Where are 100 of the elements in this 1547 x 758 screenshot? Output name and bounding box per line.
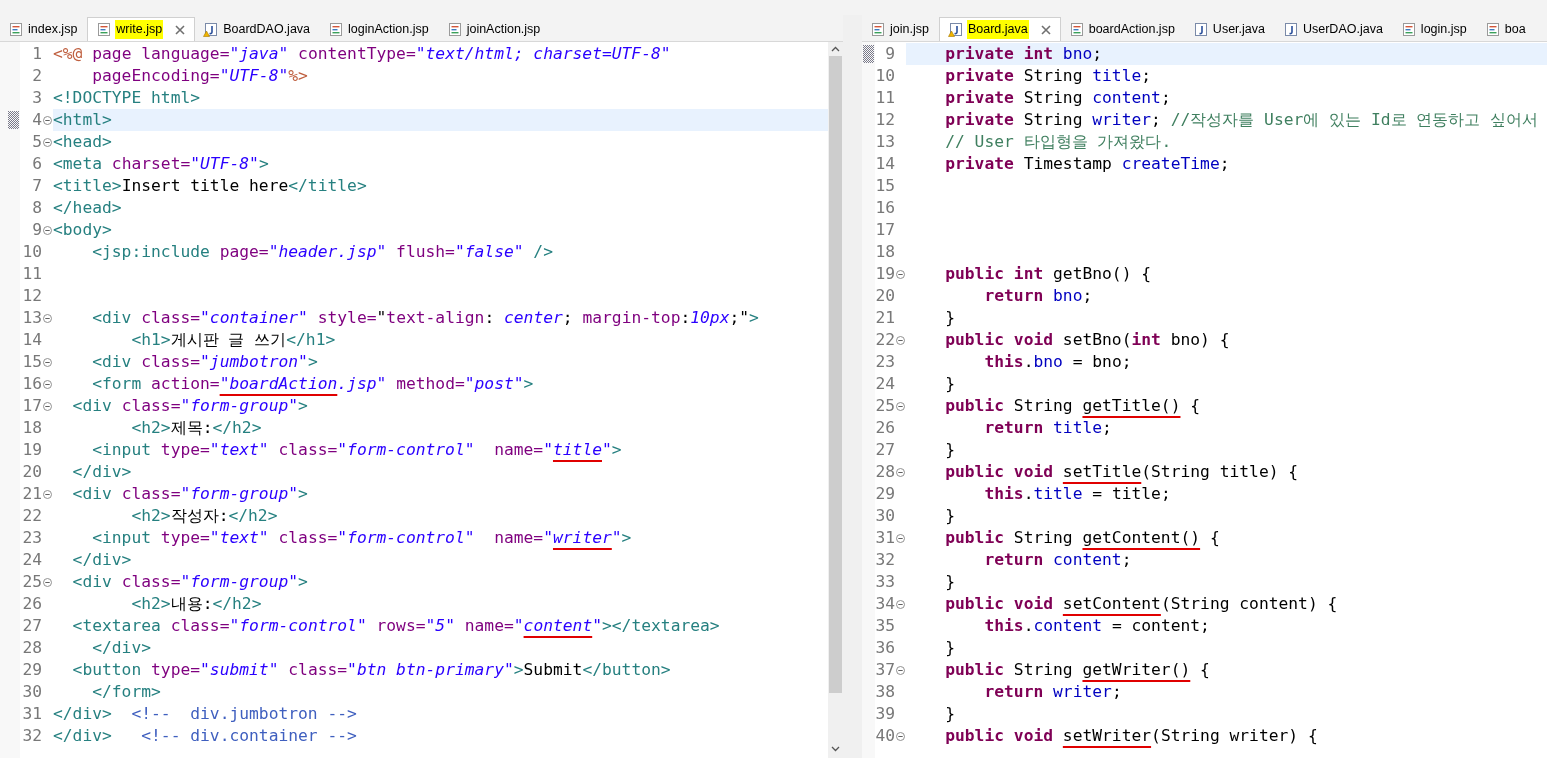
code-line: </form> [91, 681, 162, 703]
line-number: 31 [875, 527, 895, 549]
code-editor[interactable] [20, 42, 828, 758]
line-number: 8 [31, 197, 42, 219]
tab-label: BoardDAO.java [222, 20, 312, 38]
code-line: <h2>작성자:</h2> [130, 505, 279, 527]
line-number: 17 [21, 395, 42, 417]
code-line: public String getContent() { [944, 527, 1221, 549]
fold-icon[interactable] [43, 137, 52, 147]
scroll-down-icon[interactable] [831, 746, 840, 752]
line-number: 21 [875, 307, 895, 329]
code-line: <!DOCTYPE html> [53, 87, 202, 109]
line-number: 14 [21, 329, 42, 351]
line-number: 27 [21, 615, 42, 637]
code-line: private String content; [944, 87, 1172, 109]
line-number: 29 [875, 483, 895, 505]
code-line: this.content = content; [983, 615, 1211, 637]
editor-tab[interactable]: write.jsp [87, 17, 196, 41]
editor-tab[interactable]: index.jsp [0, 17, 88, 41]
line-number: 17 [875, 219, 895, 241]
code-line: public String getWriter() { [944, 659, 1211, 681]
tab-label: boa [1503, 20, 1527, 38]
line-number: 3 [31, 87, 42, 109]
editor-tab[interactable]: UserDAO.java [1274, 17, 1393, 41]
line-number: 6 [31, 153, 42, 175]
fold-icon[interactable] [43, 577, 52, 587]
line-number: 19 [875, 263, 895, 285]
code-line: return bno; [983, 285, 1094, 307]
fold-icon[interactable] [43, 313, 52, 323]
line-number: 23 [875, 351, 895, 373]
code-line: pageEncoding="UTF-8"%> [91, 65, 309, 87]
code-editor[interactable] [875, 42, 1547, 758]
code-line: this.title = title; [983, 483, 1172, 505]
line-number: 31 [21, 703, 42, 725]
code-line: return writer; [983, 681, 1123, 703]
fold-icon[interactable] [896, 731, 905, 741]
editor-tab[interactable]: login.jsp [1392, 17, 1477, 41]
editor-tab[interactable]: joinAction.jsp [438, 17, 551, 41]
line-number: 12 [875, 109, 895, 131]
fold-icon[interactable] [896, 269, 905, 279]
line-number: 30 [875, 505, 895, 527]
line-number: 11 [21, 263, 42, 285]
tab-label: loginAction.jsp [347, 20, 430, 38]
code-line: <form action="boardAction.jsp" method="post"> [91, 373, 535, 395]
editor-tab[interactable]: join.jsp [862, 17, 939, 41]
fold-icon[interactable] [43, 225, 52, 235]
code-line: } [944, 703, 956, 725]
close-icon[interactable] [1040, 24, 1051, 35]
line-number: 5 [31, 131, 42, 153]
line-number: 11 [875, 87, 895, 109]
fold-icon[interactable] [896, 467, 905, 477]
code-line: return content; [983, 549, 1133, 571]
editor-tab[interactable]: boa [1476, 17, 1536, 41]
scrollbar-thumb[interactable] [829, 56, 842, 693]
editor-tab[interactable]: loginAction.jsp [320, 17, 439, 41]
fold-icon[interactable] [43, 379, 52, 389]
line-number: 26 [21, 593, 42, 615]
line-number: 21 [21, 483, 42, 505]
line-number: 20 [21, 461, 42, 483]
fold-icon[interactable] [896, 599, 905, 609]
line-number: 20 [875, 285, 895, 307]
code-line: <h1>게시판 글 쓰기</h1> [130, 329, 337, 351]
line-number: 14 [875, 153, 895, 175]
editor-tab[interactable]: boardAction.jsp [1060, 17, 1185, 41]
line-number: 38 [875, 681, 895, 703]
fold-icon[interactable] [43, 401, 52, 411]
close-icon[interactable] [175, 24, 186, 35]
line-number: 25 [875, 395, 895, 417]
fold-icon[interactable] [896, 335, 905, 345]
code-line: </div> [91, 637, 153, 659]
line-number: 1 [31, 43, 42, 65]
code-line: <button type="submit" class="btn btn-primary">Submit</button> [71, 659, 672, 681]
code-line: <%@ page language="java" contentType="text/html; charset=UTF-8" [53, 43, 672, 65]
line-number: 34 [875, 593, 895, 615]
code-line: } [944, 505, 956, 527]
line-number: 16 [875, 197, 895, 219]
code-line: <input type="text" class="form-control" name="writer"> [91, 527, 633, 549]
line-number: 33 [875, 571, 895, 593]
tab-label: boardAction.jsp [1087, 20, 1176, 38]
line-number: 28 [875, 461, 895, 483]
code-line: <div class="form-group"> [71, 483, 309, 505]
fold-icon[interactable] [43, 357, 52, 367]
tab-label: User.java [1211, 20, 1266, 38]
line-number: 18 [875, 241, 895, 263]
fold-icon[interactable] [896, 665, 905, 675]
scroll-up-icon[interactable] [831, 46, 840, 52]
fold-icon[interactable] [43, 115, 52, 125]
editor-tab[interactable]: BoardDAO.java [195, 17, 321, 41]
fold-icon[interactable] [896, 533, 905, 543]
code-line: private String writer; //작성자를 User에 있는 Id로 연동하고 싶어서 [944, 109, 1540, 131]
line-number: 15 [875, 175, 895, 197]
code-line: <input type="text" class="form-control" name="title"> [91, 439, 623, 461]
tab-label: Board.java [966, 20, 1029, 39]
editor-tab[interactable]: User.java [1184, 17, 1275, 41]
line-number: 2 [31, 65, 42, 87]
fold-icon[interactable] [896, 401, 905, 411]
fold-icon[interactable] [43, 489, 52, 499]
line-number: 24 [875, 373, 895, 395]
line-number: 32 [21, 725, 42, 747]
editor-tab[interactable]: Board.java [938, 17, 1061, 41]
